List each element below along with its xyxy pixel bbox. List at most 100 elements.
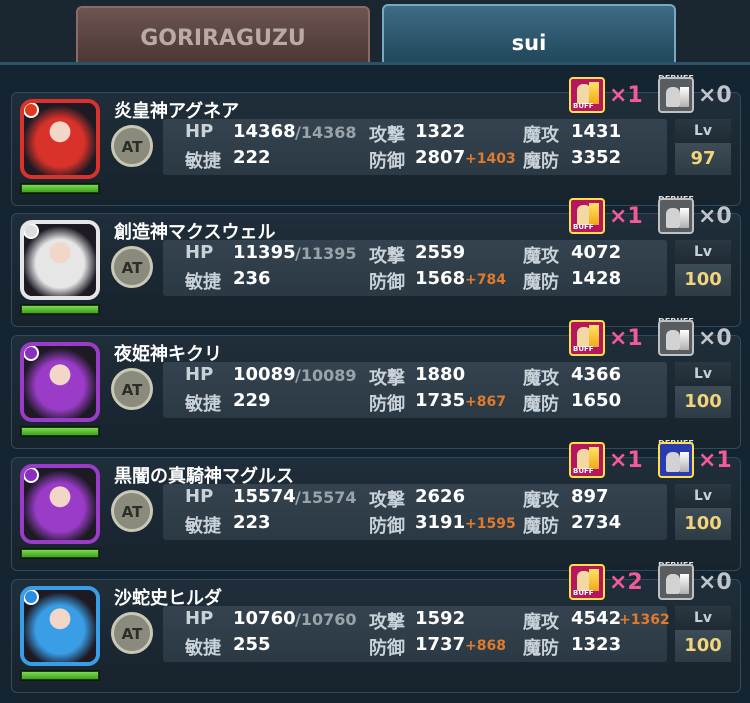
hp-bar-fill (22, 550, 98, 557)
def-value: 1568 (415, 268, 466, 289)
level-label: Lv (675, 606, 731, 630)
hp-value: 10760 (233, 608, 296, 629)
debuff-icon[interactable] (658, 320, 694, 356)
hp-label: HP (185, 121, 214, 142)
mdef-value: 3352 (571, 147, 622, 168)
stats-panel: HP 10089 /10089 攻撃 1880 魔攻 4366 敏捷 229 防… (163, 362, 667, 418)
mdef-label: 魔防 (523, 272, 559, 293)
def-value: 3191 (415, 512, 466, 533)
stats-panel: HP 11395 /11395 攻撃 2559 魔攻 4072 敏捷 236 防… (163, 240, 667, 296)
level-box: Lv 100 (675, 484, 731, 540)
tab-sui[interactable]: sui (382, 4, 676, 64)
agi-label: 敏捷 (185, 272, 221, 293)
debuff-count: ×0 (698, 204, 732, 229)
buff-icon[interactable]: BUFF (569, 198, 605, 234)
debuff-icon[interactable] (658, 442, 694, 478)
matk-value: 4366 (571, 364, 622, 385)
debuff-person-icon (666, 452, 680, 472)
debuff-icon[interactable] (658, 564, 694, 600)
hp-bar-fill (22, 185, 98, 192)
agi-value: 236 (233, 268, 271, 289)
mdef-label: 魔防 (523, 394, 559, 415)
hp-value: 10089 (233, 364, 296, 385)
hp-bar-fill (22, 428, 98, 435)
element-icon (24, 103, 39, 118)
unit-card[interactable]: 夜姫神キクリ AT HP 10089 /10089 攻撃 1880 魔攻 436… (11, 317, 741, 449)
buff-label: BUFF (573, 102, 594, 110)
def-bonus: +784 (465, 272, 506, 288)
def-label: 防御 (369, 516, 405, 537)
debuff-icon[interactable] (658, 198, 694, 234)
buff-icon[interactable]: BUFF (569, 320, 605, 356)
matk-label: 魔攻 (523, 490, 559, 511)
def-value: 1737 (415, 634, 466, 655)
unit-card[interactable]: 創造神マクスウェル AT HP 11395 /11395 攻撃 2559 魔攻 … (11, 195, 741, 327)
unit-portrait[interactable] (20, 464, 100, 544)
atk-label: 攻撃 (369, 246, 405, 267)
unit-card[interactable]: 炎皇神アグネア AT HP 14368 /14368 攻撃 1322 魔攻 14… (11, 74, 741, 206)
at-button[interactable]: AT (111, 368, 153, 410)
buff-arrow-up-icon (589, 82, 599, 104)
buff-label: BUFF (573, 223, 594, 231)
debuff-count: ×0 (698, 83, 732, 108)
mdef-label: 魔防 (523, 638, 559, 659)
at-button[interactable]: AT (111, 246, 153, 288)
def-value: 1735 (415, 390, 466, 411)
def-bonus: +867 (465, 394, 506, 410)
level-value: 97 (675, 143, 731, 175)
at-button[interactable]: AT (111, 125, 153, 167)
debuff-arrow-down-icon (680, 208, 689, 228)
matk-value: 897 (571, 486, 609, 507)
hp-bar-fill (22, 672, 98, 679)
hp-bar (20, 548, 100, 559)
agi-value: 223 (233, 512, 271, 533)
element-icon (24, 346, 39, 361)
buff-count: ×1 (609, 204, 643, 229)
debuff-arrow-down-icon (680, 452, 689, 472)
buff-icon[interactable]: BUFF (569, 564, 605, 600)
hp-label: HP (185, 608, 214, 629)
hp-max: /15574 (295, 488, 357, 507)
unit-portrait[interactable] (20, 586, 100, 666)
at-button[interactable]: AT (111, 612, 153, 654)
level-value: 100 (675, 508, 731, 540)
level-box: Lv 97 (675, 119, 731, 175)
level-box: Lv 100 (675, 606, 731, 662)
tab-bar: GORIRAGUZU sui (0, 0, 750, 65)
hp-bar (20, 304, 100, 315)
buff-icon[interactable]: BUFF (569, 442, 605, 478)
def-label: 防御 (369, 394, 405, 415)
buff-icon[interactable]: BUFF (569, 77, 605, 113)
buff-label: BUFF (573, 345, 594, 353)
buff-arrow-up-icon (589, 325, 599, 347)
level-value: 100 (675, 264, 731, 296)
atk-label: 攻撃 (369, 612, 405, 633)
atk-value: 1322 (415, 121, 466, 142)
buff-count: ×2 (609, 570, 643, 595)
debuff-icon[interactable] (658, 77, 694, 113)
mdef-value: 1650 (571, 390, 622, 411)
at-button[interactable]: AT (111, 490, 153, 532)
level-box: Lv 100 (675, 240, 731, 296)
unit-card[interactable]: 黒闇の真騎神マグルス AT HP 15574 /15574 攻撃 2626 魔攻… (11, 439, 741, 571)
buff-count: ×1 (609, 448, 643, 473)
unit-portrait[interactable] (20, 99, 100, 179)
element-icon (24, 590, 39, 605)
debuff-count: ×1 (698, 448, 732, 473)
debuff-count: ×0 (698, 326, 732, 351)
unit-portrait[interactable] (20, 220, 100, 300)
def-value: 2807 (415, 147, 466, 168)
unit-portrait[interactable] (20, 342, 100, 422)
mdef-label: 魔防 (523, 151, 559, 172)
debuff-person-icon (666, 208, 680, 228)
stats-panel: HP 10760 /10760 攻撃 1592 魔攻 4542 +1362 敏捷… (163, 606, 670, 662)
mdef-label: 魔防 (523, 516, 559, 537)
debuff-person-icon (666, 87, 680, 107)
hp-bar-fill (22, 306, 98, 313)
hp-label: HP (185, 364, 214, 385)
tab-goriraguzu[interactable]: GORIRAGUZU (76, 6, 370, 64)
debuff-person-icon (666, 574, 680, 594)
level-label: Lv (675, 119, 731, 143)
def-label: 防御 (369, 151, 405, 172)
unit-card[interactable]: 沙蛇史ヒルダ AT HP 10760 /10760 攻撃 1592 魔攻 454… (11, 561, 741, 693)
